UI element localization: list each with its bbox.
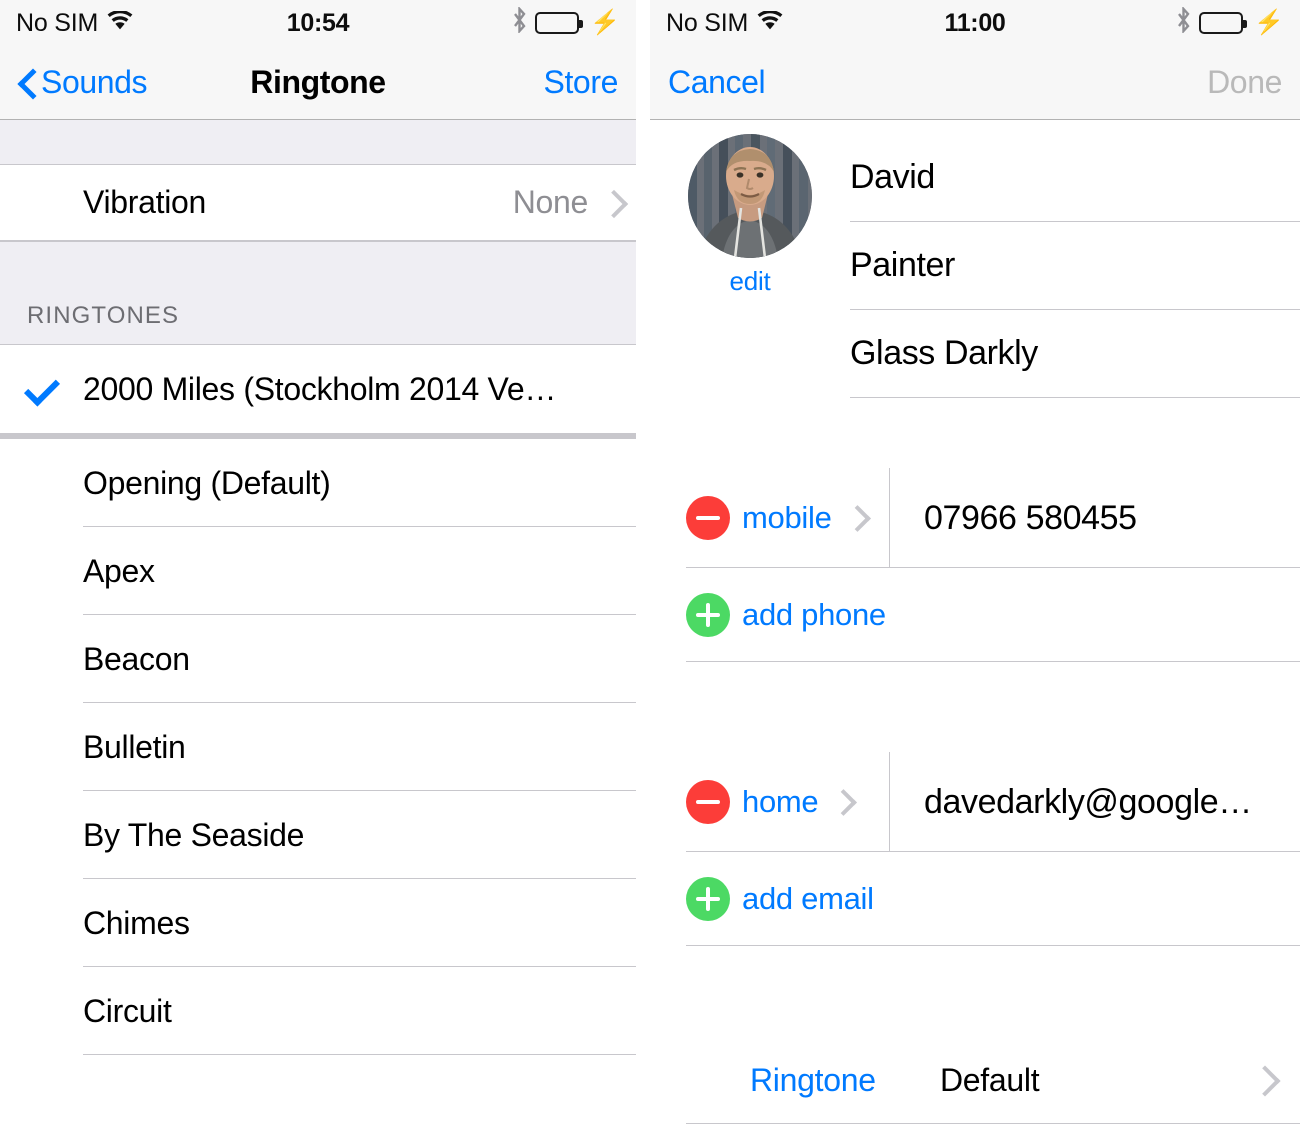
list-item[interactable]: Bulletin: [0, 703, 636, 791]
checkmark-icon: [24, 379, 54, 395]
list-item[interactable]: By The Seaside: [0, 791, 636, 879]
edit-contact-screen: No SIM 11:00 ⚡ Cancel Done edit David Pa…: [650, 0, 1300, 1136]
vibration-row-label: Vibration: [83, 184, 207, 220]
ringtone-item-label: Bulletin: [83, 728, 186, 765]
section-spacer-preferences: [650, 946, 1300, 1036]
ringtone-settings-screen: No SIM 10:54 ⚡ Sounds Ringtone Store Vib…: [0, 0, 636, 1136]
carrier-label: No SIM: [666, 8, 749, 37]
list-item[interactable]: Chimes: [0, 879, 636, 967]
ringtone-item-label: Chimes: [83, 904, 190, 941]
first-name-field[interactable]: David: [850, 134, 1300, 222]
avatar[interactable]: [688, 134, 812, 258]
vibration-row[interactable]: Vibration None: [0, 165, 636, 241]
section-header-ringtones: RINGTONES: [0, 241, 636, 345]
plus-circle-icon[interactable]: [686, 593, 730, 637]
battery-icon: [1199, 12, 1248, 34]
phone-label-group[interactable]: mobile: [650, 468, 890, 568]
ringtone-item-label: By The Seaside: [83, 816, 305, 853]
status-bar-right: No SIM 11:00 ⚡: [650, 0, 1300, 46]
avatar-column: edit: [650, 134, 850, 398]
email-label: home: [742, 784, 819, 819]
group-spacer-top: [0, 120, 636, 165]
wifi-icon: [757, 9, 783, 38]
ringtone-item-label: Beacon: [83, 640, 190, 677]
chevron-right-icon: [1254, 1066, 1270, 1094]
bluetooth-icon: [1175, 5, 1192, 40]
section-spacer-phones: [650, 398, 1300, 468]
list-item[interactable]: Opening (Default): [0, 439, 636, 527]
edit-photo-button[interactable]: edit: [729, 266, 770, 297]
bluetooth-icon: [511, 5, 528, 40]
ringtone-item-label: Apex: [83, 552, 155, 589]
carrier-label: No SIM: [16, 8, 99, 37]
store-button[interactable]: Store: [544, 64, 619, 101]
phone-label: mobile: [742, 500, 832, 535]
ringtone-list: Vibration None RINGTONES 2000 Miles (Sto…: [0, 120, 636, 1055]
dual-screenshot-container: No SIM 10:54 ⚡ Sounds Ringtone Store Vib…: [0, 0, 1300, 1136]
chevron-right-icon: [834, 790, 848, 814]
status-bar-left-group: No SIM: [666, 9, 783, 38]
done-button[interactable]: Done: [1207, 64, 1282, 101]
company-field[interactable]: Glass Darkly: [850, 310, 1300, 398]
add-phone-label: add phone: [742, 597, 886, 632]
ringtone-item-label: 2000 Miles (Stockholm 2014 Ve…: [83, 370, 557, 407]
ringtone-item-label: Circuit: [83, 992, 172, 1029]
name-fields-column: David Painter Glass Darkly: [850, 134, 1300, 398]
phone-entry-row[interactable]: mobile 07966 580455: [650, 468, 1300, 568]
plus-circle-icon[interactable]: [686, 877, 730, 921]
screen-gap: [636, 0, 650, 1136]
email-label-group[interactable]: home: [650, 752, 890, 852]
contact-editor-body: edit David Painter Glass Darkly mobile 0…: [650, 120, 1300, 1136]
section-spacer-emails: [650, 662, 1300, 752]
email-entry-row[interactable]: home davedarkly@google…: [650, 752, 1300, 852]
lightning-bolt-icon: ⚡: [1254, 9, 1284, 36]
ringtone-pref-value: Default: [940, 1061, 1040, 1098]
nav-bar-left: Sounds Ringtone Store: [0, 46, 636, 120]
ringtone-pref-row[interactable]: Ringtone Default: [650, 1036, 1300, 1124]
status-bar-right-group: ⚡: [1175, 5, 1284, 40]
cancel-button[interactable]: Cancel: [668, 64, 766, 101]
vibration-pref-row[interactable]: Vibration Default: [650, 1124, 1300, 1136]
job-title-field[interactable]: Painter: [850, 222, 1300, 310]
ringtone-pref-label: Ringtone: [750, 1061, 876, 1098]
wifi-icon: [107, 9, 133, 38]
chevron-right-icon: [848, 506, 862, 530]
chevron-left-icon: [18, 70, 33, 96]
chevron-right-icon: [604, 191, 618, 215]
battery-icon: [535, 12, 584, 34]
list-item[interactable]: Beacon: [0, 615, 636, 703]
nav-bar-right: Cancel Done: [650, 46, 1300, 120]
add-phone-button[interactable]: add phone: [650, 568, 1300, 662]
status-bar-right-group: ⚡: [511, 5, 620, 40]
add-email-label: add email: [742, 881, 874, 916]
phone-value[interactable]: 07966 580455: [890, 468, 1300, 568]
status-bar-left-group: No SIM: [16, 9, 133, 38]
minus-circle-icon[interactable]: [686, 496, 730, 540]
back-button-label: Sounds: [41, 64, 148, 100]
add-email-button[interactable]: add email: [650, 852, 1300, 946]
list-item[interactable]: Apex: [0, 527, 636, 615]
vibration-row-value: None: [512, 184, 589, 220]
status-bar-left: No SIM 10:54 ⚡: [0, 0, 636, 46]
section-header-label: RINGTONES: [27, 302, 180, 329]
contact-header: edit David Painter Glass Darkly: [650, 120, 1300, 398]
minus-circle-icon[interactable]: [686, 780, 730, 824]
ringtone-item-label: Opening (Default): [83, 464, 331, 501]
ringtone-item-selected[interactable]: 2000 Miles (Stockholm 2014 Ve…: [0, 345, 636, 433]
email-value[interactable]: davedarkly@google…: [890, 752, 1300, 852]
list-item[interactable]: Circuit: [0, 967, 636, 1055]
back-button[interactable]: Sounds: [18, 64, 148, 101]
lightning-bolt-icon: ⚡: [590, 9, 620, 36]
